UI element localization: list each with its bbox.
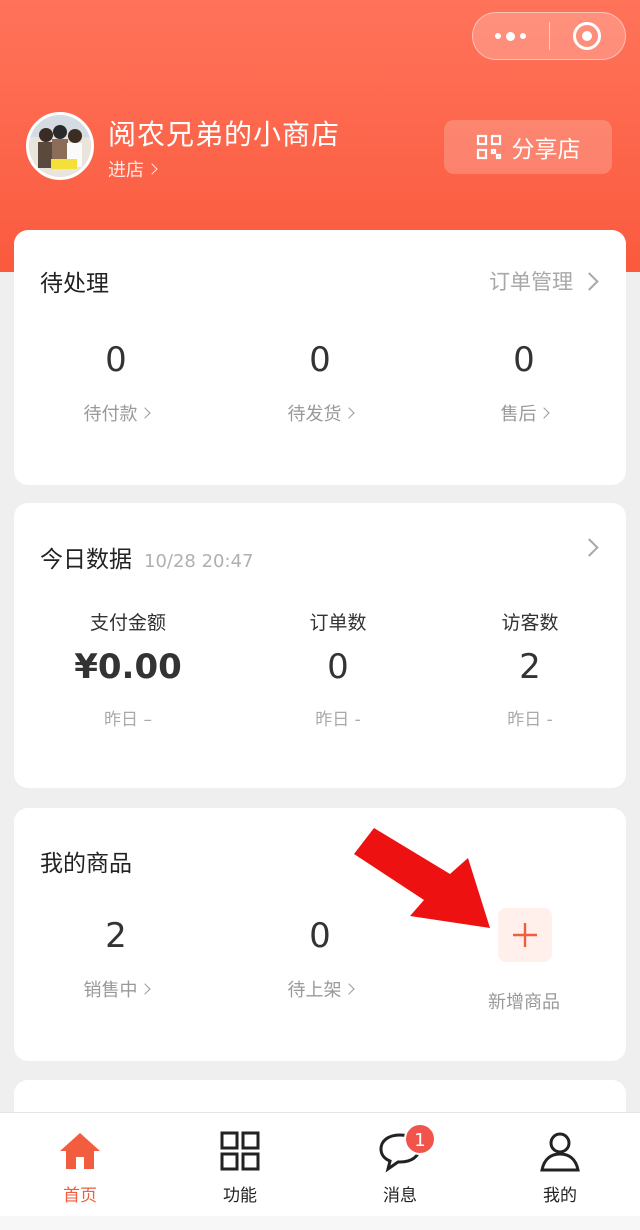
today-data-card[interactable]: 今日数据 10/28 20:47 支付金额 ¥0.00 昨日 – 订单数 0 昨… <box>14 503 626 788</box>
tab-mine[interactable]: 我的 <box>480 1113 640 1217</box>
annotation-arrow-icon <box>354 828 490 928</box>
chevron-right-icon <box>342 407 355 419</box>
enter-shop-label: 进店 <box>108 160 144 181</box>
stat-value: 2 <box>105 916 127 956</box>
stat-label-row: 待发货 <box>218 400 422 426</box>
stat-label: 待上架 <box>287 980 342 1001</box>
more-button[interactable] <box>473 13 549 59</box>
grid-icon <box>220 1131 260 1171</box>
chevron-right-icon <box>537 407 550 419</box>
products-card: 我的商品 2 销售中 0 待上架 新增商品 <box>14 808 626 1061</box>
stat-pending-payment[interactable]: 0 待付款 <box>14 340 218 426</box>
stat-label-row: 销售中 <box>14 976 218 1002</box>
stat-value: 0 <box>105 340 127 380</box>
stat-label: 销售中 <box>83 980 138 1001</box>
pending-title: 待处理 <box>40 271 109 297</box>
close-target-icon <box>573 22 602 50</box>
tab-home[interactable]: 首页 <box>0 1113 160 1217</box>
message-badge: 1 <box>404 1123 436 1155</box>
tab-features[interactable]: 功能 <box>160 1113 320 1217</box>
plus-icon <box>513 923 537 947</box>
bottom-safe-area <box>0 1216 640 1230</box>
close-button[interactable] <box>550 13 626 59</box>
stat-label: 待付款 <box>83 404 138 425</box>
products-title: 我的商品 <box>40 851 132 877</box>
tab-label: 消息 <box>383 1186 417 1206</box>
stat-compare: 昨日 - <box>315 710 361 730</box>
order-management-link[interactable]: 订单管理 <box>489 266 599 296</box>
stat-value: 2 <box>519 647 541 687</box>
tab-bar: 首页 功能 消息 我的 <box>0 1112 640 1216</box>
stat-pending-shipment[interactable]: 0 待发货 <box>218 340 422 426</box>
chevron-right-icon <box>138 983 151 995</box>
tab-label: 我的 <box>543 1186 577 1206</box>
home-icon <box>60 1133 100 1169</box>
stat-label: 待发货 <box>287 404 342 425</box>
stat-label: 支付金额 <box>89 612 166 634</box>
order-management-label: 订单管理 <box>489 270 573 294</box>
pending-card: 待处理 订单管理 0 待付款 0 待发货 0 售后 <box>14 230 626 485</box>
add-product-button[interactable] <box>498 908 552 962</box>
stat-label-row: 待付款 <box>14 400 218 426</box>
stat-value: 0 <box>513 340 535 380</box>
stat-payment-amount: 支付金额 ¥0.00 昨日 – <box>26 608 230 730</box>
today-timestamp: 10/28 20:47 <box>144 551 254 572</box>
avatar[interactable] <box>26 112 94 180</box>
stat-value: ¥0.00 <box>74 647 182 687</box>
stat-order-count: 订单数 0 昨日 - <box>236 608 440 730</box>
tab-label: 首页 <box>63 1186 97 1206</box>
stat-compare: 昨日 - <box>507 710 553 730</box>
tab-messages[interactable]: 消息 <box>320 1113 480 1217</box>
chevron-right-icon <box>146 163 158 175</box>
add-product-label[interactable]: 新增商品 <box>422 988 626 1014</box>
today-detail-link[interactable] <box>580 538 599 557</box>
today-title: 今日数据 <box>40 547 132 573</box>
tab-label: 功能 <box>223 1186 257 1206</box>
chevron-right-icon <box>342 983 355 995</box>
stat-value: 0 <box>309 340 331 380</box>
chevron-right-icon <box>138 407 151 419</box>
stat-visitor-count: 访客数 2 昨日 - <box>428 608 632 730</box>
stat-compare: 昨日 – <box>104 710 152 730</box>
stat-label-row: 待上架 <box>218 976 422 1002</box>
stat-label-row: 售后 <box>422 400 626 426</box>
today-title-row: 今日数据 10/28 20:47 <box>40 540 253 574</box>
stat-label: 访客数 <box>501 612 559 634</box>
mini-program-capsule <box>472 12 626 60</box>
share-shop-button[interactable]: 分享店 <box>444 120 612 174</box>
stat-on-sale[interactable]: 2 销售中 <box>14 916 218 1002</box>
stat-label: 售后 <box>500 404 537 425</box>
stat-label: 订单数 <box>309 612 367 634</box>
qrcode-icon <box>476 134 501 160</box>
user-icon <box>540 1132 580 1172</box>
stat-after-sales[interactable]: 0 售后 <box>422 340 626 426</box>
chevron-right-icon <box>580 538 599 557</box>
chevron-right-icon <box>580 271 599 291</box>
shop-name[interactable]: 阅农兄弟的小商店 <box>108 113 340 153</box>
more-dots-icon <box>495 31 527 41</box>
stat-value: 0 <box>327 647 349 687</box>
enter-shop-link[interactable]: 进店 <box>108 156 158 182</box>
share-label: 分享店 <box>511 137 581 163</box>
